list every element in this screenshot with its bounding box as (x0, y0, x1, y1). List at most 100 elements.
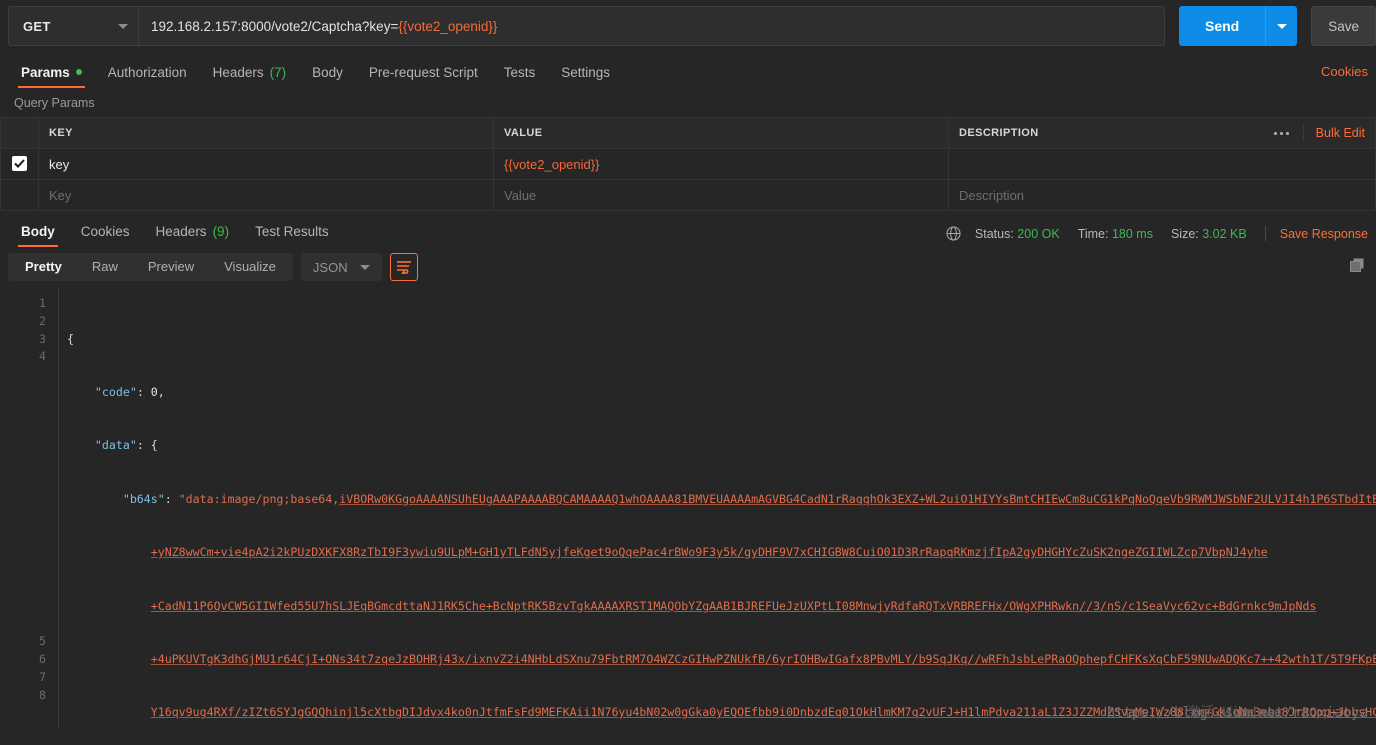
response-tab-headers-label: Headers (155, 223, 207, 239)
line-number: 2 (39, 313, 46, 328)
json-key-code: "code" (94, 384, 137, 399)
table-header-row: KEY VALUE DESCRIPTION Bulk Edit (0, 117, 1376, 149)
line-number-gutter: 1 2 3 4 5 6 7 8 (0, 287, 58, 729)
response-tabs: Body Cookies Headers (9) Test Results St… (0, 215, 1376, 247)
tab-headers[interactable]: Headers (7) (200, 64, 300, 89)
status-value: 200 OK (1017, 226, 1060, 241)
response-tab-test-results[interactable]: Test Results (242, 223, 342, 248)
tab-settings-label: Settings (561, 64, 611, 80)
copy-icon (1350, 258, 1364, 272)
placeholder-description-input[interactable]: Description (948, 179, 1376, 211)
http-method-selector[interactable]: GET (8, 6, 138, 46)
watermark-windows-activation: 激活 Windows (1186, 705, 1282, 722)
header-description-cell: DESCRIPTION Bulk Edit (948, 117, 1376, 149)
tab-headers-label: Headers (212, 64, 264, 80)
send-options-button[interactable] (1265, 6, 1298, 46)
response-format-label: JSON (312, 259, 348, 275)
tab-tests-label: Tests (503, 64, 536, 80)
header-value: VALUE (493, 117, 949, 149)
line-number: 6 (39, 651, 46, 666)
tab-pre-request-script[interactable]: Pre-request Script (356, 65, 491, 89)
json-value-code: 0 (150, 384, 158, 399)
view-mode-pretty[interactable]: Pretty (10, 253, 77, 281)
response-tab-body-label: Body (21, 223, 55, 239)
request-url-bar: GET 192.168.2.157:8000/vote2/Captcha?key… (0, 0, 1376, 52)
tab-params-label: Params (21, 64, 70, 80)
response-tab-test-results-label: Test Results (255, 223, 329, 239)
json-key-b64s: "b64s" (122, 491, 165, 506)
modified-dot-icon (75, 69, 82, 76)
line-number: 4 (39, 349, 46, 364)
placeholder-value-input[interactable]: Value (493, 179, 949, 211)
save-request-button[interactable]: Save (1311, 6, 1376, 46)
http-method-label: GET (23, 18, 51, 34)
query-params-title: Query Params (14, 96, 95, 110)
b64-chunk: +4uPKUVTgK3dhGjMU1r64CjI+ONs34t7zqeJzBOH… (150, 651, 1376, 666)
tab-body-label: Body (312, 64, 343, 80)
view-mode-preview[interactable]: Preview (133, 253, 209, 281)
response-format-bar: Pretty Raw Preview Visualize JSON (0, 247, 1376, 287)
tab-settings[interactable]: Settings (548, 64, 623, 89)
json-key-data: "data" (94, 438, 137, 453)
chevron-down-icon (359, 264, 370, 270)
copy-response-button[interactable] (1349, 257, 1366, 279)
row-description-input[interactable] (948, 148, 1376, 180)
bulk-edit-link[interactable]: Bulk Edit (1304, 126, 1365, 140)
request-tabs: Params Authorization Headers (7) Body Pr… (0, 52, 1376, 88)
status-label-group: Status: 200 OK (975, 227, 1060, 241)
b64-chunk: +CadN11P6QvCW5GIIWfed55U7hSLJEqBGmcdttaN… (150, 598, 1317, 613)
row-checkbox-cell (0, 148, 39, 180)
tab-body[interactable]: Body (299, 64, 356, 89)
row-enabled-checkbox[interactable] (12, 156, 27, 171)
time-value: 180 ms (1111, 226, 1153, 241)
tab-headers-count: (7) (269, 64, 287, 80)
url-variable: {{vote2_openid}} (398, 18, 498, 34)
response-tab-cookies-label: Cookies (80, 223, 130, 239)
header-key: KEY (38, 117, 494, 149)
response-body-code[interactable]: 1 2 3 4 5 6 7 8 { "code": 0, "data": { "… (0, 287, 1376, 729)
b64-chunk: iVBORw0KGgoAAAANSUhEUgAAAPAAAABQCAMAAAAQ… (339, 491, 1376, 506)
size-label: Size: (1170, 226, 1199, 241)
send-button-group: Send (1178, 6, 1298, 46)
cookies-link[interactable]: Cookies (1321, 64, 1368, 79)
response-tab-body[interactable]: Body (8, 223, 68, 248)
tab-authorization[interactable]: Authorization (95, 64, 200, 89)
view-mode-visualize[interactable]: Visualize (209, 253, 291, 281)
tab-authorization-label: Authorization (107, 64, 187, 80)
line-number: 1 (39, 296, 46, 310)
send-button[interactable]: Send (1178, 6, 1266, 46)
line-number: 7 (39, 669, 46, 684)
row-value-input[interactable]: {{vote2_openid}} (493, 148, 949, 180)
response-tab-headers-count: (9) (212, 223, 230, 239)
save-response-button[interactable]: Save Response (1280, 227, 1368, 241)
query-params-table: KEY VALUE DESCRIPTION Bulk Edit key {{vo… (0, 117, 1376, 211)
json-brace-open: { (67, 331, 74, 346)
tab-params[interactable]: Params (8, 64, 95, 89)
wrap-lines-button[interactable] (389, 253, 418, 281)
watermark: 激活 Windows https://blog.csdn.net/raoxiao… (1107, 705, 1368, 723)
response-tab-cookies[interactable]: Cookies (68, 223, 143, 248)
time-label-group: Time: 180 ms (1078, 227, 1153, 241)
tab-tests[interactable]: Tests (491, 64, 549, 89)
line-number: 3 (39, 331, 46, 346)
table-header-actions: Bulk Edit (1260, 125, 1365, 141)
url-input[interactable]: 192.168.2.157:8000/vote2/Captcha?key= {{v… (138, 6, 1165, 46)
divider (1264, 226, 1266, 241)
view-mode-raw[interactable]: Raw (77, 253, 133, 281)
globe-icon (946, 226, 961, 241)
url-text: 192.168.2.157:8000/vote2/Captcha?key= (151, 18, 399, 34)
line-number: 5 (39, 634, 46, 649)
line-number: 8 (39, 687, 46, 702)
row-key-input[interactable]: key (38, 148, 494, 180)
chevron-down-icon (1276, 23, 1287, 29)
placeholder-key-input[interactable]: Key (38, 179, 494, 211)
b64-chunk: +yNZ8wwCm+vie4pA2i2kPUzDXKFX8RzTbI9F3ywi… (150, 545, 1268, 560)
header-checkbox-cell (0, 117, 39, 149)
size-label-group: Size: 3.02 KB (1171, 227, 1247, 241)
check-icon (14, 159, 25, 168)
response-format-selector[interactable]: JSON (300, 253, 382, 281)
table-row: key {{vote2_openid}} (0, 148, 1376, 180)
size-value: 3.02 KB (1202, 226, 1247, 241)
response-tab-headers[interactable]: Headers (9) (143, 223, 243, 248)
more-options-icon[interactable] (1260, 125, 1304, 141)
